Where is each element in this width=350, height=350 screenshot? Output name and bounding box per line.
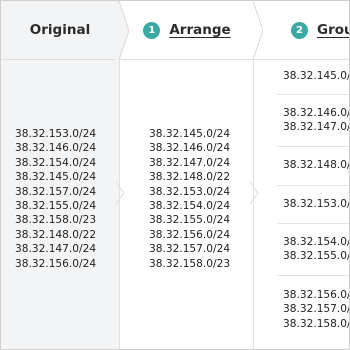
ip-range-item: 38.32.148.0/22: [283, 159, 350, 171]
ip-group: 38.32.148.0/22: [283, 158, 350, 172]
ip-range-item: 38.32.158.0/23: [15, 214, 97, 227]
chevron-right-icon: [249, 181, 259, 205]
ip-range-item: 38.32.154.0/24: [149, 200, 231, 213]
ip-range-item: 38.32.154.0/24: [15, 156, 97, 169]
ip-range-item: 38.32.158.0/23: [283, 317, 350, 330]
comparison-panel: 38.32.153.0/24 38.32.146.0/24 38.32.154.0/…: [0, 0, 350, 350]
ip-range-item: 38.32.155.0/24: [283, 250, 350, 263]
step-header: Original 1 Arrange 2 Group: [1, 1, 349, 60]
original-title: Original: [29, 22, 91, 38]
ip-range-item: 38.32.145.0/24: [283, 70, 350, 82]
group-divider: [277, 94, 349, 95]
ip-group: 38.32.156.0/24 38.32.157.0/2438.32.158.0/…: [283, 288, 350, 331]
header-original: Original: [1, 1, 119, 59]
arrange-column: 38.32.145.0/24 38.32.146.0/24 38.32.147.0/…: [121, 60, 253, 349]
ip-group: 38.32.145.0/24: [283, 69, 350, 83]
original-column: 38.32.153.0/24 38.32.146.0/24 38.32.154.0/…: [1, 60, 119, 349]
ip-range-item: 38.32.156.0/24: [283, 289, 350, 301]
chevron-right-icon: [115, 1, 129, 60]
ip-range-item: 38.32.148.0/22: [149, 171, 231, 184]
ip-range-item: 38.32.153.0/24: [15, 128, 97, 140]
ip-range-item: 38.32.146.0/24: [15, 142, 97, 155]
ip-range-item: 38.32.158.0/23: [149, 257, 231, 270]
step-badge: 1: [143, 21, 161, 39]
step-badge: 2: [291, 21, 308, 39]
group-link[interactable]: Group: [317, 22, 349, 38]
ip-range-item: 38.32.155.0/24: [15, 200, 97, 213]
ip-range-item: 38.32.145.0/24: [15, 171, 97, 184]
ip-group: 38.32.154.0/24 38.32.155.0/24: [283, 235, 350, 264]
ip-range-item: 38.32.153.0/24: [283, 198, 350, 210]
ip-range-item: 38.32.157.0/24: [283, 303, 350, 316]
group-divider: [277, 185, 349, 186]
ip-range-item: 38.32.146.0/24: [149, 142, 231, 155]
chevron-right-icon: [115, 181, 125, 205]
ip-range-item: 38.32.157.0/24: [15, 185, 97, 198]
group-divider: [277, 146, 349, 147]
group-divider: [277, 275, 349, 276]
ip-range-item: 38.32.155.0/24: [149, 214, 231, 227]
ip-range-item: 38.32.154.0/24: [283, 236, 350, 248]
group-divider: [277, 223, 349, 224]
ip-range-item: 38.32.156.0/24: [15, 257, 97, 270]
ip-range-item: 38.32.147.0/24: [149, 156, 231, 169]
ip-range-item: 38.32.146.0/24: [283, 107, 350, 119]
group-column: 38.32.145.0/24 38.32.146.0/24 38.32.147.0/…: [255, 60, 349, 349]
ip-range-item: 38.32.147.0/24: [283, 121, 350, 134]
arrange-link[interactable]: Arrange: [169, 22, 230, 38]
tab-arrange[interactable]: 1 Arrange: [121, 1, 253, 59]
ip-group: 38.32.146.0/24 38.32.147.0/24: [283, 106, 350, 135]
ip-range-item: 38.32.157.0/24: [149, 243, 231, 256]
chevron-right-icon: [252, 1, 263, 60]
ip-range-item: 38.32.147.0/24: [15, 243, 97, 256]
tab-group[interactable]: 2 Group: [255, 1, 349, 59]
arranged-ip-list: 38.32.145.0/24 38.32.146.0/24 38.32.147.0/…: [149, 127, 230, 271]
original-ip-list: 38.32.153.0/24 38.32.146.0/24 38.32.154.0/…: [15, 127, 96, 271]
ip-group: 38.32.153.0/24: [283, 197, 350, 211]
ip-range-item: 38.32.153.0/24: [149, 185, 231, 198]
ip-range-item: 38.32.145.0/24: [149, 128, 231, 140]
ip-range-item: 38.32.148.0/22: [15, 228, 97, 241]
ip-range-item: 38.32.156.0/24: [149, 228, 231, 241]
